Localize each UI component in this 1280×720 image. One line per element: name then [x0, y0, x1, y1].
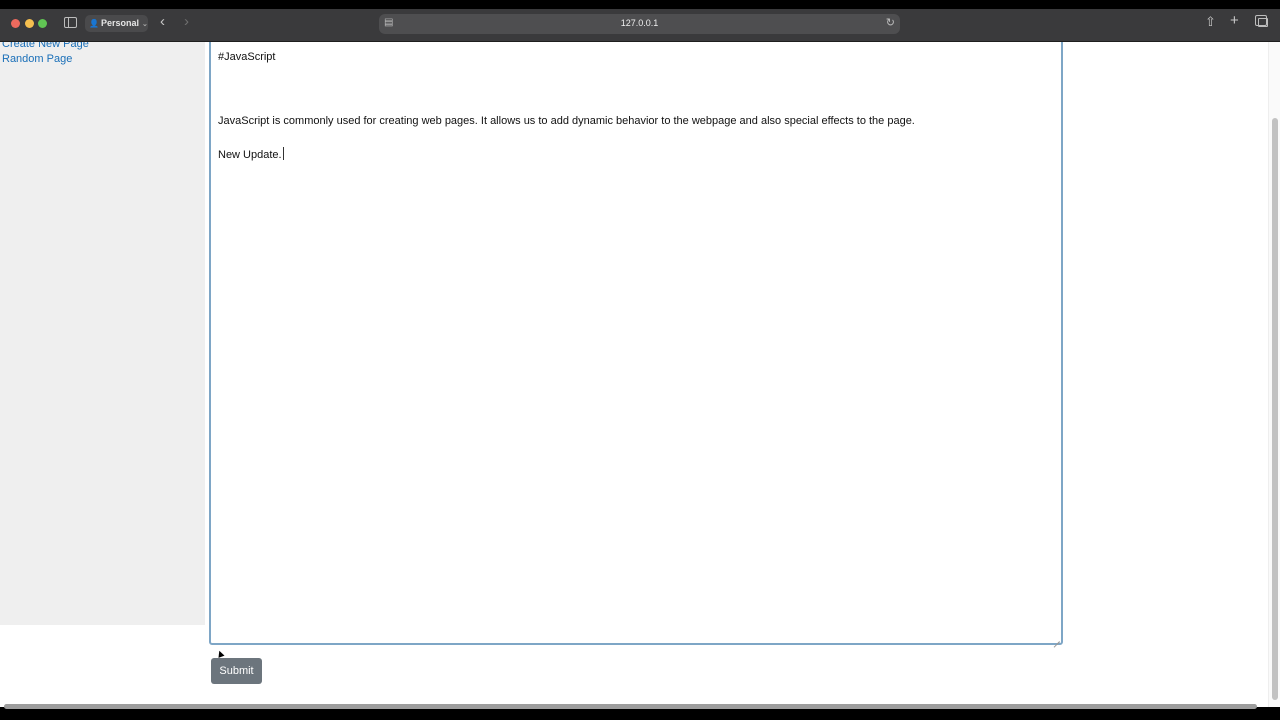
- profile-label: Personal: [100, 18, 139, 28]
- share-icon[interactable]: ⇧: [1205, 15, 1216, 29]
- vertical-scrollbar[interactable]: [1268, 42, 1280, 707]
- resize-handle-icon[interactable]: [1053, 635, 1060, 642]
- horizontal-scrollbar[interactable]: [4, 704, 1257, 709]
- content-textarea[interactable]: #JavaScript JavaScript is commonly used …: [209, 42, 1063, 645]
- sidebar-link-create-new-page[interactable]: Create New Page: [2, 42, 89, 50]
- browser-toolbar: 👤 Personal ⌄ ‹ › ▤ 127.0.0.1 ↻ ⇧ +: [0, 9, 1280, 42]
- reload-icon[interactable]: ↻: [886, 16, 895, 29]
- person-icon: 👤: [89, 19, 99, 28]
- url-text: 127.0.0.1: [620, 18, 659, 28]
- sidebar-link-random-page[interactable]: Random Page: [2, 53, 72, 65]
- submit-button[interactable]: Submit: [211, 658, 262, 684]
- profile-button[interactable]: 👤 Personal ⌄: [85, 15, 148, 32]
- editor-line-with-caret: New Update.: [218, 147, 284, 161]
- window-minimize-button[interactable]: [25, 19, 34, 28]
- window-zoom-button[interactable]: [38, 19, 47, 28]
- chevron-left-icon[interactable]: ‹: [160, 14, 165, 29]
- vertical-scrollbar-thumb[interactable]: [1272, 118, 1278, 700]
- window-close-button[interactable]: [11, 19, 20, 28]
- screen: 👤 Personal ⌄ ‹ › ▤ 127.0.0.1 ↻ ⇧ + Create …: [0, 0, 1280, 720]
- tab-overview-icon[interactable]: [1255, 15, 1268, 27]
- text-caret: [282, 147, 284, 160]
- editor-line: #JavaScript: [218, 51, 276, 63]
- chevron-right-icon[interactable]: ›: [184, 14, 189, 29]
- editor-line: New Update.: [218, 149, 282, 161]
- sidebar-icon[interactable]: [64, 17, 77, 28]
- chevron-down-icon: ⌄: [142, 21, 148, 28]
- plus-icon[interactable]: +: [1230, 13, 1239, 28]
- editor-line: JavaScript is commonly used for creating…: [218, 115, 915, 127]
- address-bar[interactable]: ▤ 127.0.0.1 ↻: [379, 14, 900, 34]
- left-sidebar: Create New Page Random Page: [0, 42, 205, 625]
- page-viewport: Create New Page Random Page #JavaScript …: [0, 42, 1280, 707]
